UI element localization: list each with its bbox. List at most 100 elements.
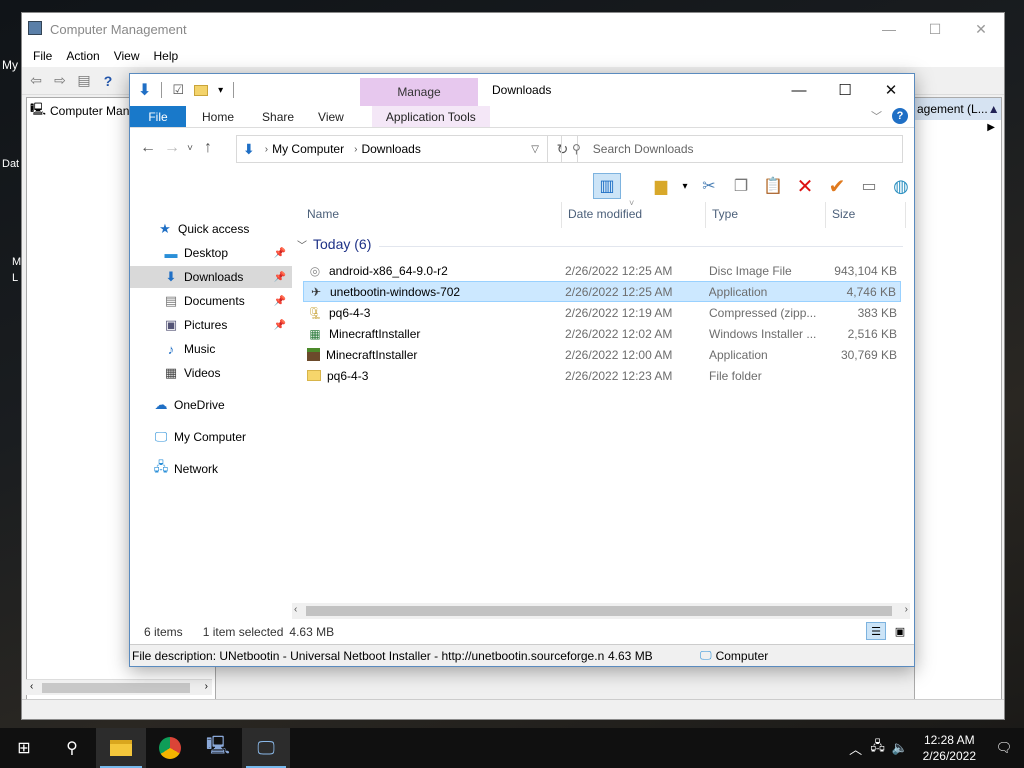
nav-item-desktop[interactable]: ▬ Desktop 📌 bbox=[130, 242, 292, 264]
new-folder-icon[interactable] bbox=[194, 84, 209, 96]
nav-item-network[interactable]: 🖧 Network bbox=[130, 458, 292, 480]
scroll-right-icon[interactable]: › bbox=[905, 604, 908, 615]
cm-titlebar[interactable]: Computer Management — ☐ ✕ bbox=[22, 13, 1004, 45]
cm-close-button[interactable]: ✕ bbox=[958, 13, 1004, 45]
collapse-up-icon[interactable]: ▲ bbox=[988, 102, 1000, 116]
nav-item-pictures[interactable]: ▣ Pictures 📌 bbox=[130, 314, 292, 336]
address-bar[interactable]: ⬇ › My Computer › Downloads ▽ bbox=[236, 135, 548, 163]
pin-icon[interactable]: 📌 bbox=[274, 320, 286, 331]
file-row[interactable]: ▦ MinecraftInstaller 2/26/2022 12:02 AM W… bbox=[303, 323, 901, 344]
search-input[interactable]: ⚲ Search Downloads bbox=[561, 135, 903, 163]
breadcrumb-my-computer[interactable]: My Computer bbox=[272, 142, 344, 156]
actions-header[interactable]: agement (L... ▲ bbox=[915, 98, 1001, 120]
file-row[interactable]: MinecraftInstaller 2/26/2022 12:00 AM Ap… bbox=[303, 344, 901, 365]
help-icon[interactable]: ? bbox=[892, 108, 908, 124]
tab-view[interactable]: View bbox=[306, 106, 356, 127]
file-row-selected[interactable]: ✈ unetbootin-windows-702 2/26/2022 12:25 … bbox=[303, 281, 901, 302]
help-icon[interactable]: ? bbox=[98, 72, 118, 90]
back-arrow-icon[interactable]: ⇦ bbox=[26, 72, 46, 90]
tab-share[interactable]: Share bbox=[250, 106, 306, 127]
forward-arrow-icon[interactable]: ⇨ bbox=[50, 72, 70, 90]
show-hidden-icons-chevron-icon[interactable]: ︿ bbox=[845, 739, 867, 758]
desktop-icon-label[interactable]: Dat bbox=[2, 158, 19, 170]
maximize-button[interactable]: ☐ bbox=[822, 74, 868, 106]
column-header-type[interactable]: Type bbox=[712, 202, 738, 226]
column-header-size[interactable]: Size bbox=[832, 202, 855, 226]
scroll-left-icon[interactable]: ‹ bbox=[294, 604, 297, 615]
column-header-name[interactable]: Name bbox=[307, 202, 339, 226]
folder-options-dropdown-icon[interactable]: ▾ bbox=[679, 173, 691, 199]
nav-item-my-computer[interactable]: 🖵 My Computer bbox=[130, 426, 292, 448]
file-row[interactable]: pq6-4-3 2/26/2022 12:23 AM File folder bbox=[303, 365, 901, 386]
copy-icon[interactable]: ❐ bbox=[727, 173, 755, 199]
column-divider[interactable] bbox=[705, 202, 706, 228]
desktop-icon-label[interactable]: My bbox=[2, 58, 18, 72]
nav-item-downloads[interactable]: ⬇ Downloads 📌 bbox=[130, 266, 292, 288]
scroll-thumb[interactable] bbox=[42, 683, 190, 693]
taskbar-computer-management[interactable]: 🖳 bbox=[194, 728, 242, 768]
file-row[interactable]: 🗜 pq6-4-3 2/26/2022 12:19 AM Compressed (… bbox=[303, 302, 901, 323]
checkmark-icon[interactable]: ✔ bbox=[823, 173, 851, 199]
collapse-chevron-icon[interactable]: ﹀ bbox=[297, 237, 307, 252]
show-hide-tree-icon[interactable]: ▤ bbox=[74, 72, 94, 90]
start-button[interactable]: ⊞ bbox=[0, 728, 48, 768]
forward-arrow-icon[interactable]: → bbox=[160, 139, 184, 157]
large-icons-view-icon[interactable]: ▣ bbox=[890, 622, 910, 640]
notifications-icon[interactable]: 🗨 bbox=[984, 740, 1024, 756]
address-dropdown-icon[interactable]: ▽ bbox=[531, 144, 539, 155]
file-list-horizontal-scrollbar[interactable]: ‹ › bbox=[292, 603, 910, 619]
cm-horizontal-scrollbar[interactable]: ‹ › bbox=[26, 679, 212, 695]
scroll-thumb[interactable] bbox=[306, 606, 892, 616]
cm-maximize-button[interactable]: ☐ bbox=[912, 13, 958, 45]
close-button[interactable]: ✕ bbox=[868, 74, 914, 106]
scroll-right-icon[interactable]: › bbox=[205, 681, 208, 692]
pin-icon[interactable]: 📌 bbox=[274, 248, 286, 259]
search-button[interactable]: ⚲ bbox=[48, 728, 96, 768]
up-arrow-icon[interactable]: ↑ bbox=[196, 139, 220, 157]
breadcrumb-separator-icon[interactable]: › bbox=[354, 144, 357, 155]
taskbar-remote-app[interactable]: 🖵 bbox=[242, 728, 290, 768]
expand-ribbon-icon[interactable]: ﹀ bbox=[871, 108, 882, 124]
desktop-icon-label[interactable]: L bbox=[12, 272, 18, 284]
explorer-titlebar[interactable]: ⬇ ☑ ▾ Manage Downloads — ☐ ✕ bbox=[130, 74, 914, 106]
rename-icon[interactable]: ▭ bbox=[855, 173, 883, 199]
column-divider[interactable] bbox=[561, 202, 562, 228]
recent-locations-icon[interactable]: ˅ bbox=[184, 143, 196, 154]
menu-help[interactable]: Help bbox=[147, 49, 186, 63]
nav-item-onedrive[interactable]: ☁ OneDrive bbox=[130, 394, 292, 416]
taskbar-chrome[interactable] bbox=[146, 728, 194, 768]
folder-options-icon[interactable]: ▆ bbox=[647, 173, 675, 199]
clock[interactable]: 12:28 AM 2/26/2022 bbox=[923, 732, 976, 764]
column-divider[interactable] bbox=[825, 202, 826, 228]
submenu-arrow-icon[interactable]: ▶ bbox=[915, 120, 1001, 135]
desktop-icon-label[interactable]: M bbox=[12, 256, 21, 268]
nav-item-music[interactable]: ♪ Music bbox=[130, 338, 292, 360]
menu-action[interactable]: Action bbox=[59, 49, 106, 63]
breadcrumb-downloads[interactable]: Downloads bbox=[361, 142, 420, 156]
delete-icon[interactable]: ✕ bbox=[791, 173, 819, 199]
cut-icon[interactable]: ✂ bbox=[695, 173, 723, 199]
pin-icon[interactable]: 📌 bbox=[274, 296, 286, 307]
menu-file[interactable]: File bbox=[26, 49, 59, 63]
pin-icon[interactable]: 📌 bbox=[274, 272, 286, 283]
menu-view[interactable]: View bbox=[107, 49, 147, 63]
column-divider[interactable] bbox=[905, 202, 906, 228]
back-arrow-icon[interactable]: ← bbox=[136, 139, 160, 157]
minimize-button[interactable]: — bbox=[776, 74, 822, 106]
tab-file[interactable]: File bbox=[130, 106, 186, 127]
details-view-icon[interactable]: ☰ bbox=[866, 622, 886, 640]
taskbar-file-explorer[interactable] bbox=[96, 728, 146, 768]
file-row[interactable]: ◎ android-x86_64-9.0-r2 2/26/2022 12:25 A… bbox=[303, 260, 901, 281]
tab-home[interactable]: Home bbox=[186, 106, 250, 127]
network-icon[interactable]: 🖧 bbox=[867, 737, 889, 759]
nav-item-documents[interactable]: ▤ Documents 📌 bbox=[130, 290, 292, 312]
breadcrumb-separator-icon[interactable]: › bbox=[265, 144, 268, 155]
globe-icon[interactable]: ◍ bbox=[887, 173, 915, 199]
scroll-left-icon[interactable]: ‹ bbox=[30, 681, 33, 692]
nav-item-quick-access[interactable]: ★ Quick access bbox=[130, 218, 292, 240]
paste-icon[interactable]: 📋 bbox=[759, 173, 787, 199]
preview-pane-icon[interactable]: ▥ bbox=[593, 173, 621, 199]
group-header-today[interactable]: ﹀ Today (6) bbox=[297, 236, 371, 252]
volume-icon[interactable]: 🔈 bbox=[889, 740, 911, 756]
properties-icon[interactable]: ☑ bbox=[172, 82, 184, 98]
